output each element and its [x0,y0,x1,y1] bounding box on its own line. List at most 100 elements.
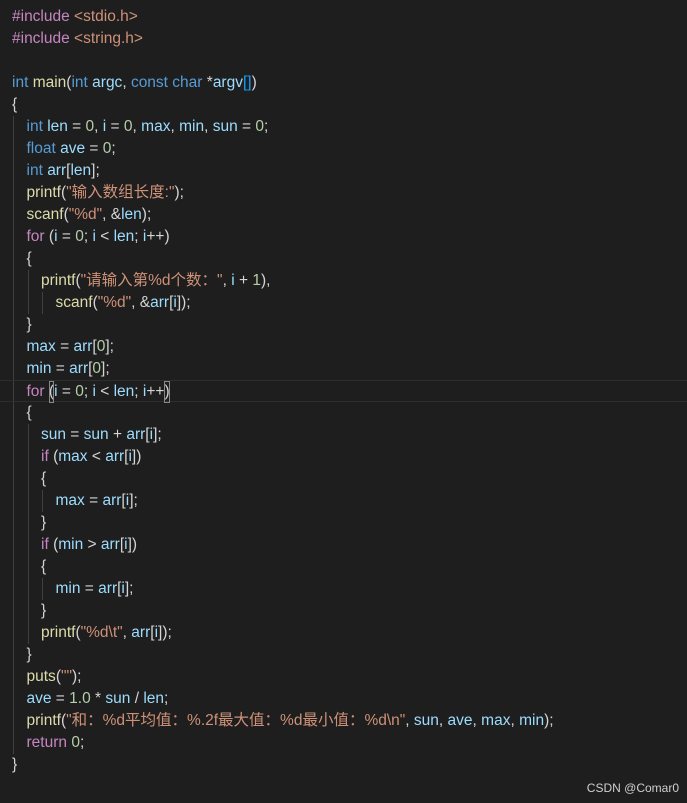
code-line[interactable]: { [0,468,687,490]
code-line[interactable]: scanf("%d", &arr[i]); [0,292,687,314]
code-line[interactable]: } [0,314,687,336]
code-token: arr [73,338,93,355]
code-line-current[interactable]: for (i = 0; i < len; i++) [0,380,687,403]
code-token: ave [26,690,52,707]
code-line-content: printf("和：%d平均值：%.2f最大值：%d最小值：%d\n", sun… [27,710,554,732]
code-line[interactable]: } [0,754,687,776]
code-token: > [83,536,101,553]
code-token: , & [131,294,151,311]
code-line[interactable]: printf("输入数组长度:"); [0,182,687,204]
code-token: = [57,228,76,245]
code-line[interactable]: return 0; [0,732,687,754]
code-line-content: #include <string.h> [12,28,143,50]
code-line[interactable]: { [0,402,687,424]
code-line[interactable]: int len = 0, i = 0, max, min, sun = 0; [0,116,687,138]
code-line[interactable]: #include <stdio.h> [0,6,687,28]
code-token: + [108,426,127,443]
code-line-content: min = arr[i]; [56,578,134,600]
code-line[interactable]: } [0,644,687,666]
code-token: 0 [255,118,264,135]
code-token: ]) [127,536,138,553]
code-line[interactable]: sun = sun + arr[i]; [0,424,687,446]
code-line[interactable]: for (i = 0; i < len; i++) [0,226,687,248]
code-token: 1 [252,272,261,289]
code-token: ]; [124,580,134,597]
code-token: < [95,228,114,245]
code-token: arr [69,360,89,377]
code-line-content: #include <stdio.h> [12,6,138,28]
code-line[interactable]: { [0,94,687,116]
code-token: int [26,162,48,179]
indent-guide [13,666,14,688]
code-line[interactable]: printf("请输入第%d个数：", i + 1), [0,270,687,292]
code-line[interactable]: { [0,248,687,270]
indent-guide [13,226,14,248]
indent-guide [13,512,14,534]
code-token: arr [102,492,122,509]
code-token: = [67,118,86,135]
code-token: min [26,360,52,377]
indent-guide [42,292,43,314]
code-token: , [204,118,213,135]
code-line[interactable]: max = arr[i]; [0,490,687,512]
code-token: char [172,74,207,91]
code-editor[interactable]: #include <stdio.h> #include <string.h> int… [0,0,687,803]
code-token: "%d" [68,206,103,223]
code-line[interactable]: { [0,556,687,578]
code-token: ave [60,140,86,157]
code-token: 1.0 [69,690,91,707]
code-line-content: } [12,754,17,776]
code-token: { [26,404,32,421]
code-line[interactable]: printf("和：%d平均值：%.2f最大值：%d最小值：%d\n", sun… [0,710,687,732]
code-line[interactable]: min = arr[0]; [0,358,687,380]
code-line[interactable]: int arr[len]; [0,160,687,182]
code-line[interactable]: max = arr[0]; [0,336,687,358]
code-token: for [26,383,49,400]
code-line[interactable]: ave = 1.0 * sun / len; [0,688,687,710]
code-line-content: puts(""); [27,666,82,688]
code-token: ++ [146,383,165,400]
indent-guide [13,446,14,468]
code-token: return [26,734,72,751]
code-line[interactable]: if (max < arr[i]) [0,446,687,468]
code-token: arr [126,426,146,443]
indent-guide [27,512,29,534]
code-line[interactable]: min = arr[i]; [0,578,687,600]
code-token: = [51,360,70,377]
code-line[interactable]: if (min > arr[i]) [0,534,687,556]
code-token: < [95,383,114,400]
code-token: arr [131,624,151,641]
code-token: { [41,558,47,575]
code-line-content: int len = 0, i = 0, max, min, sun = 0; [27,116,269,138]
indent-guide [13,270,14,292]
code-line[interactable] [0,50,687,72]
code-line[interactable]: int main(int argc, const char *argv[]) [0,72,687,94]
code-line-content: { [27,402,32,424]
code-token: = [106,118,124,135]
code-line[interactable]: puts(""); [0,666,687,688]
code-line[interactable]: float ave = 0; [0,138,687,160]
code-token: = [85,140,103,157]
code-token: len [121,206,142,223]
code-token: 0 [92,360,102,377]
code-token: ]) [131,448,142,465]
code-token: #include [12,30,75,47]
code-token: ; [134,383,143,400]
code-line-content: if (min > arr[i]) [41,534,137,556]
code-token: , [94,118,103,135]
code-area[interactable]: #include <stdio.h> #include <string.h> int… [0,6,687,776]
code-line[interactable]: printf("%d\t", arr[i]); [0,622,687,644]
indent-guide [13,644,14,666]
code-token: ]; [129,492,138,509]
code-token: { [12,96,18,113]
code-line[interactable]: scanf("%d", &len); [0,204,687,226]
code-token: arr [100,536,120,553]
code-token: max [481,712,511,729]
code-line[interactable]: #include <string.h> [0,28,687,50]
code-line[interactable]: } [0,512,687,534]
code-line[interactable]: } [0,600,687,622]
code-token: , [170,118,180,135]
code-line-content: float ave = 0; [27,138,116,160]
code-line-content: sun = sun + arr[i]; [41,424,162,446]
code-token: min [55,580,81,597]
